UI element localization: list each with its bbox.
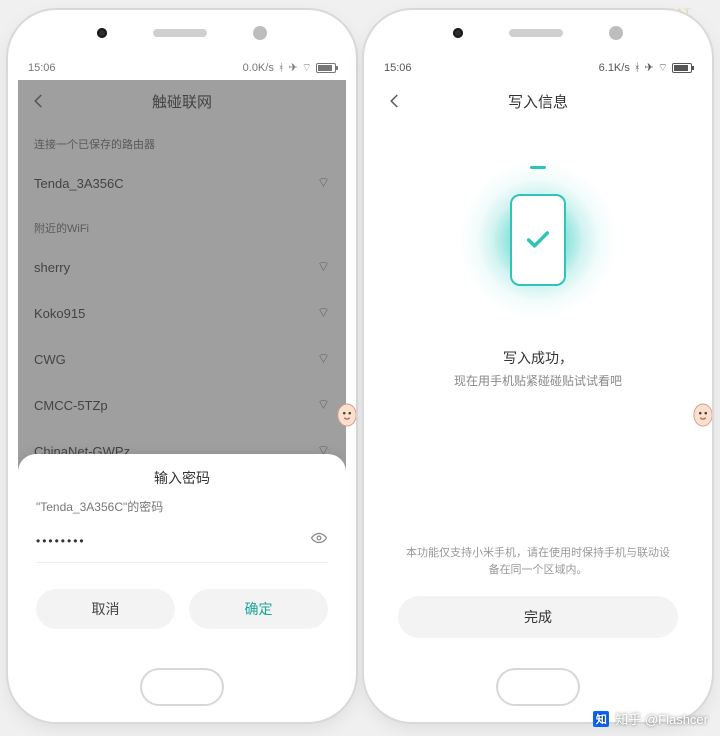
- edge-sticker-icon: [692, 402, 712, 428]
- sensor-dot-icon: [609, 26, 623, 40]
- home-button[interactable]: [496, 668, 580, 706]
- sensor-bar: [8, 10, 356, 56]
- screen-right: 15:06 6.1K/s ᚼ ✈ ⌔ 写入信息: [374, 56, 702, 652]
- home-button[interactable]: [140, 668, 224, 706]
- phone-outline-icon: [510, 194, 566, 286]
- speaker-grill-icon: [153, 29, 207, 37]
- toggle-password-visibility[interactable]: [310, 529, 328, 552]
- status-bar: 15:06 6.1K/s ᚼ ✈ ⌔: [374, 56, 702, 80]
- success-title: 写入成功，: [503, 348, 573, 368]
- success-content: 写入成功， 现在用手机贴紧碰碰贴试试看吧 本功能仅支持小米手机，请在使用时保持手…: [374, 122, 702, 652]
- airplane-icon: ✈: [288, 63, 297, 74]
- sheet-title: 输入密码: [36, 468, 328, 488]
- phone-frame-left: 15:06 0.0K/s ᚼ ✈ ⌔ 触碰联网: [8, 10, 356, 722]
- sheet-subtitle: "Tenda_3A356C"的密码: [36, 498, 328, 515]
- wifi-icon: ⌔: [658, 63, 668, 74]
- speaker-grill-icon: [509, 29, 563, 37]
- phone-frame-right: 15:06 6.1K/s ᚼ ✈ ⌔ 写入信息: [364, 10, 712, 722]
- footer-note: 本功能仅支持小米手机，请在使用时保持手机与联动设备在同一个区域内。: [398, 545, 678, 578]
- watermark-text: 知乎 @Flashcer: [615, 709, 708, 728]
- password-sheet: 输入密码 "Tenda_3A356C"的密码 •••••••• 取消 确定: [18, 454, 346, 652]
- back-button[interactable]: [386, 80, 414, 122]
- chevron-left-icon: [386, 92, 404, 110]
- done-button[interactable]: 完成: [398, 596, 678, 638]
- battery-icon: [316, 63, 336, 73]
- sensor-bar: [364, 10, 712, 56]
- success-graphic: [458, 160, 618, 320]
- status-time: 15:06: [28, 62, 56, 74]
- success-subtitle: 现在用手机贴紧碰碰贴试试看吧: [454, 372, 622, 389]
- sensor-dot-icon: [253, 26, 267, 40]
- screen-left: 15:06 0.0K/s ᚼ ✈ ⌔ 触碰联网: [18, 56, 346, 652]
- cancel-button[interactable]: 取消: [36, 589, 175, 629]
- wifi-list-page: 触碰联网 连接一个已保存的路由器 Tenda_3A356C ⌔ 附近的WiFi …: [18, 80, 346, 482]
- password-input[interactable]: ••••••••: [36, 534, 86, 548]
- eye-icon: [310, 529, 328, 547]
- status-net-rate: 6.1K/s: [599, 62, 630, 74]
- front-camera-icon: [453, 28, 463, 38]
- modal-dim-overlay[interactable]: [18, 80, 346, 482]
- status-bar: 15:06 0.0K/s ᚼ ✈ ⌔: [18, 56, 346, 80]
- front-camera-icon: [97, 28, 107, 38]
- battery-icon: [672, 63, 692, 73]
- checkmark-icon: [524, 226, 552, 254]
- bluetooth-icon: ᚼ: [278, 63, 285, 74]
- bluetooth-icon: ᚼ: [634, 63, 641, 74]
- nav-header: 写入信息: [374, 80, 702, 122]
- zhihu-logo-icon: 知: [593, 711, 609, 727]
- airplane-icon: ✈: [644, 63, 653, 74]
- wifi-icon: ⌔: [302, 63, 312, 74]
- status-net-rate: 0.0K/s: [243, 62, 274, 74]
- page-title: 写入信息: [508, 91, 568, 112]
- confirm-button[interactable]: 确定: [189, 589, 328, 629]
- status-time: 15:06: [384, 62, 412, 74]
- watermark-bottom: 知 知乎 @Flashcer: [593, 709, 708, 728]
- edge-sticker-icon: [336, 402, 356, 428]
